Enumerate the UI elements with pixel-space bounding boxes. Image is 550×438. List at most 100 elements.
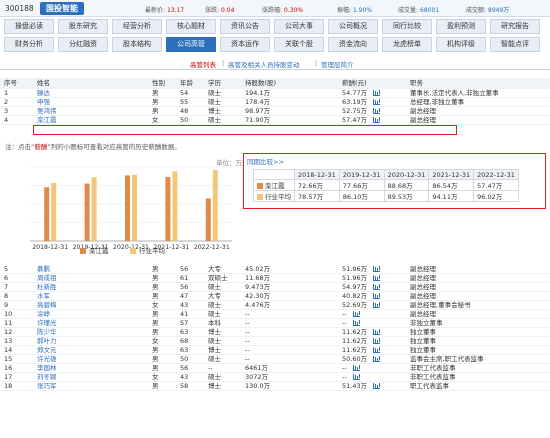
nav-item[interactable]: 机构评级 bbox=[436, 37, 486, 52]
bar-industry bbox=[132, 174, 137, 241]
nav-item[interactable]: 资讯公告 bbox=[220, 19, 270, 34]
nav-item[interactable]: 财务分析 bbox=[4, 37, 54, 52]
nav-item[interactable]: 分红融资 bbox=[58, 37, 108, 52]
cell-sex: 女 bbox=[148, 300, 176, 311]
cell-age: 47 bbox=[176, 291, 204, 302]
subtab-management-profile[interactable]: 管理层简介 bbox=[321, 59, 354, 69]
cell-age: 50 bbox=[176, 354, 204, 365]
stat-volume: 成交量: 68001 bbox=[398, 7, 440, 14]
cell-job: 非职工代表监事 bbox=[406, 363, 550, 374]
cell-no: 7 bbox=[0, 282, 33, 293]
cell-name[interactable]: 周成祖 bbox=[33, 273, 148, 284]
compare-year: 2021-12-31 bbox=[428, 169, 475, 180]
cell-name[interactable]: 杜新胜 bbox=[33, 282, 148, 293]
pay-history-chart-icon[interactable] bbox=[352, 320, 360, 327]
compare-table: 2018-12-31 2019-12-31 2020-12-31 2021-12… bbox=[253, 169, 519, 202]
pay-history-chart-icon[interactable] bbox=[352, 311, 360, 318]
pay-history-chart-icon[interactable] bbox=[373, 266, 381, 273]
table-row: 10 涂峥男 41 硕士 -- -- 副总经理 bbox=[0, 309, 550, 320]
cell-no: 2 bbox=[0, 97, 33, 107]
compare-title[interactable]: 同期比较>> bbox=[247, 156, 284, 166]
nav-item[interactable]: 龙虎榜单 bbox=[382, 37, 432, 52]
cell-name[interactable]: 申强 bbox=[33, 97, 148, 107]
cell-age: 50 bbox=[176, 115, 204, 125]
pay-history-chart-icon[interactable] bbox=[373, 89, 381, 96]
compare-value: 57.47万 bbox=[473, 179, 519, 191]
pay-history-chart-icon[interactable] bbox=[373, 383, 381, 390]
nav-item[interactable]: 公司大事 bbox=[274, 19, 324, 34]
pay-history-chart-icon[interactable] bbox=[373, 302, 381, 309]
pay-history-chart-icon[interactable] bbox=[373, 284, 381, 291]
nav-item[interactable]: 公司概况 bbox=[328, 19, 378, 34]
cell-pay: 51.96万 bbox=[338, 265, 406, 275]
nav-item[interactable]: 股东研究 bbox=[58, 19, 108, 34]
nav-item[interactable]: 智能点评 bbox=[490, 37, 540, 52]
col-job: 职务 bbox=[406, 78, 550, 89]
cell-name[interactable]: 慕鹏 bbox=[33, 265, 148, 275]
table-row: 13 郝叶力女 68 硕士 -- 11.62万 独立董事 bbox=[0, 336, 550, 347]
nav-item[interactable]: 同行比较 bbox=[382, 19, 432, 34]
cell-job: 副总经理,董事会秘书 bbox=[406, 300, 550, 311]
cell-sex: 男 bbox=[148, 265, 176, 275]
nav-item[interactable]: 关联个股 bbox=[274, 37, 324, 52]
cell-pay: 52.69万 bbox=[338, 300, 406, 311]
pay-history-chart-icon[interactable] bbox=[373, 275, 381, 282]
nav-item-active[interactable]: 公司高管 bbox=[166, 37, 216, 52]
pay-history-chart-icon[interactable] bbox=[373, 356, 381, 363]
nav-item[interactable]: 资本运作 bbox=[220, 37, 270, 52]
executive-table-top: 序号 姓名 性别 年龄 学历 持股数(股) 薪酬(元) 职务 1 滕达男 54 硕士 1… bbox=[0, 78, 550, 125]
pay-history-chart-icon[interactable] bbox=[352, 374, 360, 381]
cell-name[interactable]: 郑文元 bbox=[33, 345, 148, 356]
nav-item[interactable]: 操盘必读 bbox=[4, 19, 54, 34]
pay-history-chart-icon[interactable] bbox=[373, 347, 381, 354]
cell-shares: 130.0万 bbox=[241, 381, 338, 392]
pay-history-chart-icon[interactable] bbox=[352, 365, 360, 372]
cell-no: 17 bbox=[0, 372, 33, 383]
cell-job: 副总经理 bbox=[406, 115, 550, 125]
cell-name[interactable]: 水军 bbox=[33, 291, 148, 302]
nav-item[interactable]: 盈利预测 bbox=[436, 19, 486, 34]
cell-edu: 双硕士 bbox=[204, 273, 241, 284]
cell-name[interactable]: 许瑾光 bbox=[33, 318, 148, 329]
compare-value: 96.02万 bbox=[473, 190, 519, 202]
cell-no: 16 bbox=[0, 363, 33, 374]
col-name: 姓名 bbox=[33, 78, 148, 89]
compare-year: 2022-12-31 bbox=[473, 169, 519, 180]
legend-swatch bbox=[257, 194, 263, 200]
cell-name[interactable]: 栾江霞 bbox=[33, 115, 148, 125]
pay-history-chart-icon[interactable] bbox=[373, 107, 381, 114]
cell-name[interactable]: 滕达 bbox=[33, 88, 148, 98]
nav-item[interactable]: 核心题材 bbox=[166, 19, 216, 34]
cell-edu: 硕士 bbox=[204, 300, 241, 311]
nav-item[interactable]: 股本结构 bbox=[112, 37, 162, 52]
pay-history-chart-icon[interactable] bbox=[373, 329, 381, 336]
cell-job: 副总经理 bbox=[406, 282, 550, 293]
cell-name[interactable]: 高碧梅 bbox=[33, 300, 148, 311]
cell-name[interactable]: 张巧军 bbox=[33, 381, 148, 392]
cell-edu: 硕士 bbox=[204, 354, 241, 365]
cell-name[interactable]: 许光雄 bbox=[33, 354, 148, 365]
cell-sex: 男 bbox=[148, 354, 176, 365]
cell-name[interactable]: 吴鸿伟 bbox=[33, 106, 148, 116]
subtab-separator: | bbox=[315, 59, 318, 67]
cell-name[interactable]: 郝叶力 bbox=[33, 336, 148, 347]
table-row: 11 许瑾光男 57 本科 -- -- 非独立董事 bbox=[0, 318, 550, 329]
nav-item[interactable]: 资金流向 bbox=[328, 37, 378, 52]
pay-history-chart-icon[interactable] bbox=[373, 293, 381, 300]
cell-name[interactable]: 陈少华 bbox=[33, 327, 148, 338]
cell-name[interactable]: 刘冬颖 bbox=[33, 372, 148, 383]
cell-name[interactable]: 李国林 bbox=[33, 363, 148, 374]
pay-history-chart-icon[interactable] bbox=[373, 116, 381, 123]
cell-name[interactable]: 涂峥 bbox=[33, 309, 148, 320]
cell-shares: -- bbox=[241, 318, 338, 329]
pay-history-chart-icon[interactable] bbox=[373, 338, 381, 345]
table-row: 8 水军男 47 大专 42.30万 40.82万 副总经理 bbox=[0, 291, 550, 302]
stat-change-pct: 涨跌幅: 0.30% bbox=[262, 7, 304, 14]
stock-name[interactable]: 国投智能 bbox=[40, 2, 84, 15]
nav-item[interactable]: 经营分析 bbox=[112, 19, 162, 34]
nav-item[interactable]: 研究报告 bbox=[490, 19, 540, 34]
subtab-executive-list[interactable]: 高管列表 bbox=[190, 59, 216, 69]
subtab-holding-changes[interactable]: 高管及相关人员持股变动 bbox=[228, 59, 300, 69]
compare-value: 86.10万 bbox=[338, 190, 385, 202]
pay-history-chart-icon[interactable] bbox=[373, 98, 381, 105]
